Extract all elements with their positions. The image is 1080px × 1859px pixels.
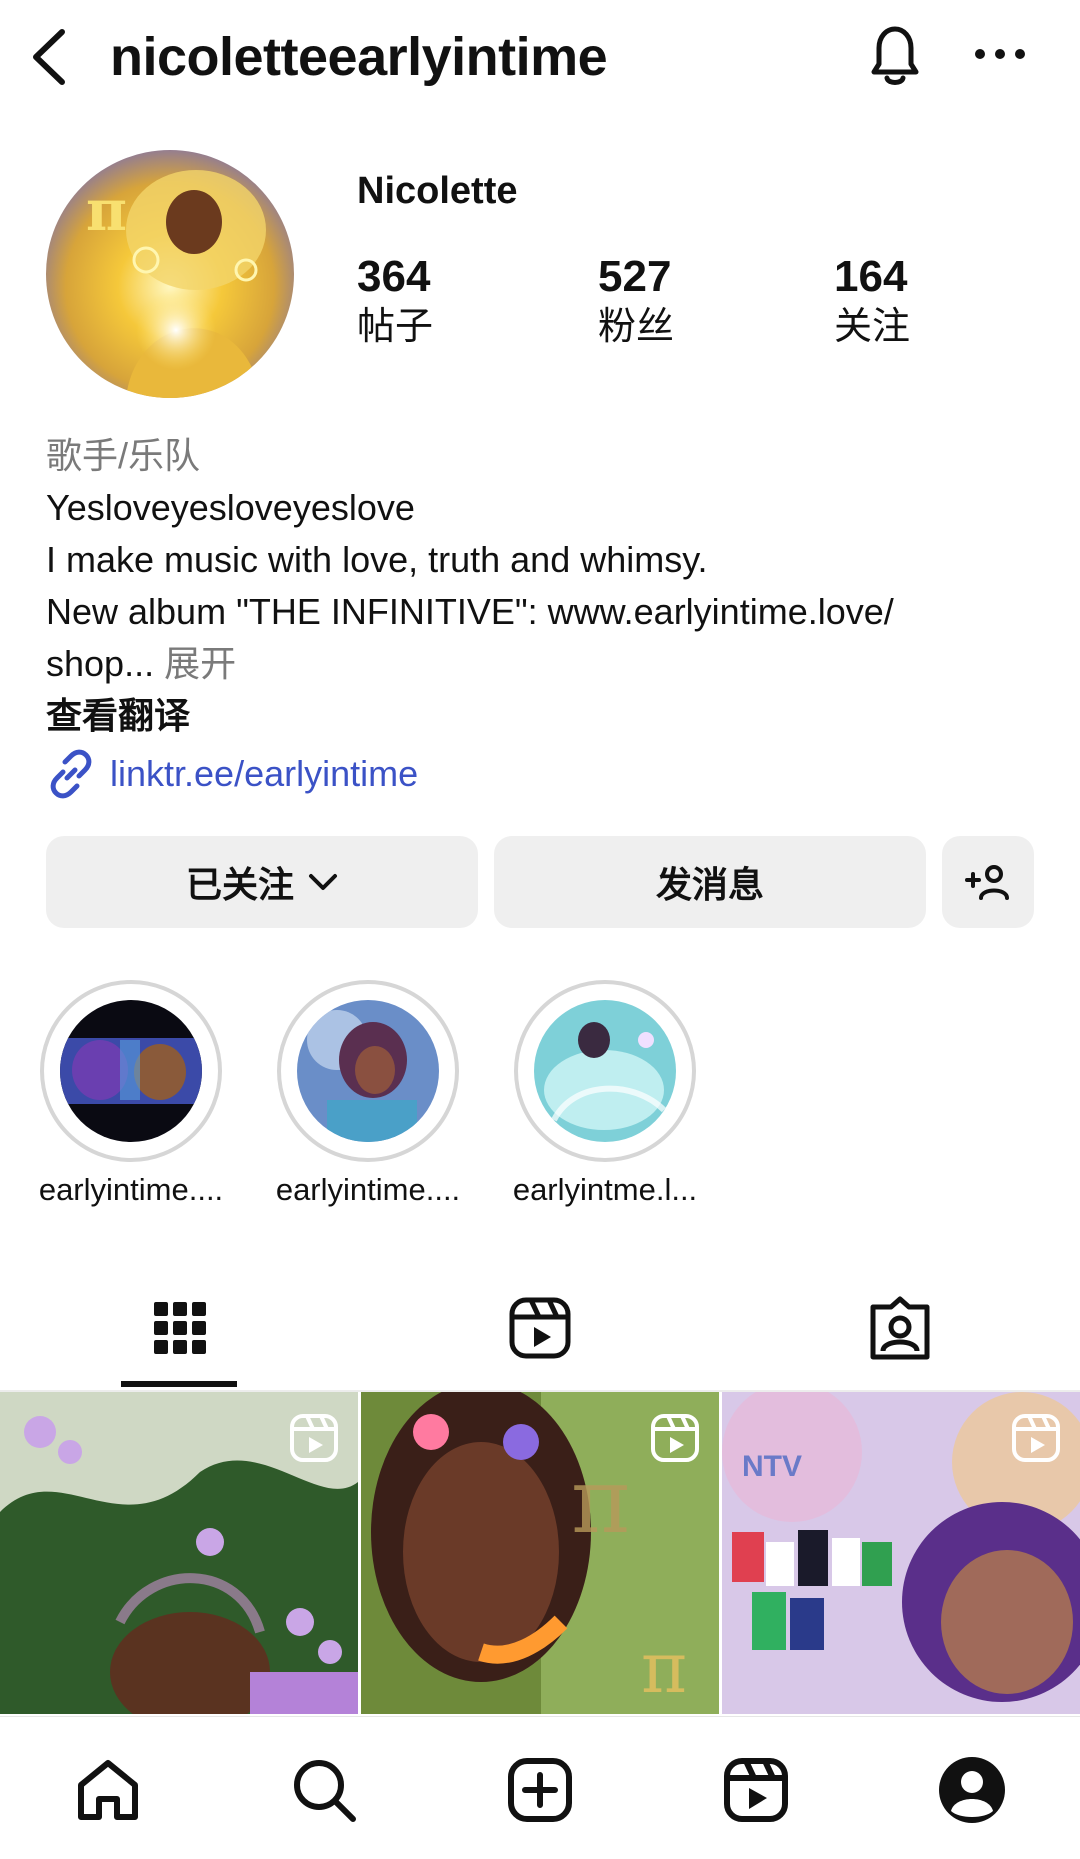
profile-bio: 歌手/乐队 Yesloveyesloveyeslove I make music… — [46, 430, 1046, 742]
nav-search[interactable] — [284, 1752, 364, 1832]
grid-icon — [152, 1300, 208, 1361]
highlight-cover — [297, 1000, 439, 1142]
bio-line-last: shop... 展开 — [46, 638, 1046, 690]
reel-badge-icon — [288, 1412, 340, 1464]
svg-text:π: π — [86, 178, 127, 244]
reel-badge-icon — [1010, 1412, 1062, 1464]
tab-tagged[interactable] — [840, 1280, 960, 1380]
create-icon — [505, 1755, 575, 1830]
highlight-ring — [514, 980, 696, 1162]
highlight-label: earlyintme.l... — [512, 1172, 698, 1207]
see-translation-link[interactable]: 查看翻译 — [46, 690, 1046, 742]
following-button-label: 已关注 — [185, 864, 294, 905]
bio-link-text: linktr.ee/earlyintime — [110, 753, 419, 794]
reels-icon — [507, 1295, 573, 1366]
tab-reels[interactable] — [480, 1280, 600, 1380]
reels-icon — [721, 1755, 791, 1830]
chevron-down-icon — [308, 872, 338, 892]
bio-line: I make music with love, truth and whimsy… — [46, 539, 708, 580]
message-button[interactable]: 发消息 — [494, 836, 926, 928]
bio-line: Yesloveyesloveyeslove — [46, 487, 415, 528]
highlight-item[interactable] — [40, 980, 222, 1162]
highlight-item[interactable] — [277, 980, 459, 1162]
link-icon — [46, 749, 96, 799]
stat-posts-value: 364 — [357, 252, 431, 301]
highlight-label: earlyintime.... — [275, 1172, 461, 1207]
home-icon — [73, 1755, 143, 1830]
svg-text:π: π — [641, 1627, 687, 1709]
highlight-ring — [277, 980, 459, 1162]
tab-posts-grid[interactable] — [120, 1280, 240, 1380]
stat-followers-label: 粉丝 — [598, 306, 675, 348]
stat-followers[interactable]: 527 粉丝 — [598, 252, 674, 352]
bio-line: New album "THE INFINITIVE": www.earlyint… — [46, 591, 894, 632]
stat-posts[interactable]: 364 帖子 — [357, 252, 433, 352]
nav-home[interactable] — [68, 1752, 148, 1832]
search-icon — [289, 1755, 359, 1830]
add-person-icon — [964, 862, 1012, 902]
bell-icon[interactable] — [860, 20, 930, 92]
highlight-label: earlyintime.... — [38, 1172, 224, 1207]
active-tab-indicator — [121, 1381, 237, 1387]
grid-post[interactable]: π π — [361, 1392, 719, 1714]
suggest-users-button[interactable] — [942, 836, 1034, 928]
thumb-caption: NTV — [742, 1450, 802, 1483]
highlight-item[interactable] — [514, 980, 696, 1162]
nav-create[interactable] — [500, 1752, 580, 1832]
stat-followers-value: 527 — [598, 252, 672, 301]
stat-following[interactable]: 164 关注 — [834, 252, 910, 352]
more-horizontal-icon[interactable] — [970, 34, 1030, 74]
profile-icon — [937, 1755, 1007, 1830]
nav-profile[interactable] — [932, 1752, 1012, 1832]
bio-link[interactable]: linktr.ee/earlyintime — [46, 748, 418, 800]
back-arrow-icon[interactable] — [18, 22, 78, 92]
profile-username: nicoletteearlyintime — [110, 27, 608, 87]
following-button[interactable]: 已关注 — [46, 836, 478, 928]
stat-posts-label: 帖子 — [357, 306, 434, 348]
message-button-label: 发消息 — [655, 864, 764, 905]
grid-post[interactable] — [0, 1392, 358, 1714]
expand-bio-link[interactable]: 展开 — [164, 643, 236, 684]
stat-following-value: 164 — [834, 252, 908, 301]
highlight-cover — [534, 1000, 676, 1142]
nav-reels[interactable] — [716, 1752, 796, 1832]
svg-text:π: π — [571, 1449, 630, 1554]
highlight-ring — [40, 980, 222, 1162]
tagged-icon — [867, 1295, 933, 1366]
profile-avatar[interactable]: π — [46, 150, 294, 398]
grid-post[interactable]: NTV — [722, 1392, 1080, 1714]
highlight-cover — [60, 1000, 202, 1142]
reel-badge-icon — [649, 1412, 701, 1464]
stat-following-label: 关注 — [834, 306, 911, 348]
display-name: Nicolette — [357, 170, 518, 212]
bio-line-text: shop... — [46, 643, 155, 684]
profile-category: 歌手/乐队 — [46, 435, 201, 476]
